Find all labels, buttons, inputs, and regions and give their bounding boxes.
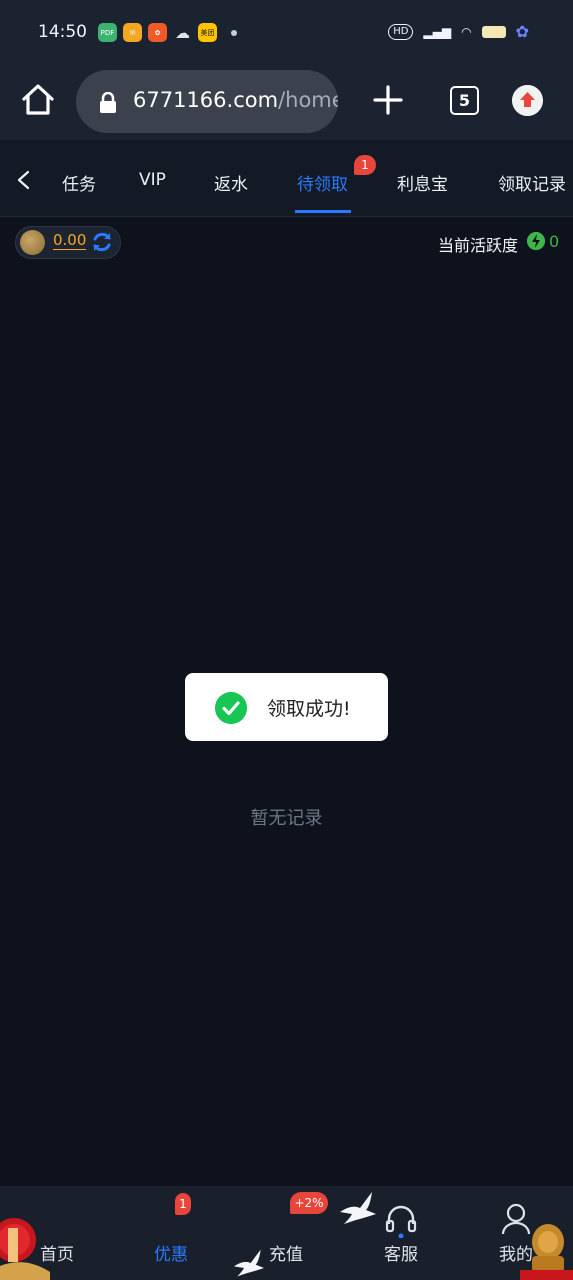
browser-toolbar: 6771166.com/home/c 5 xyxy=(0,64,573,140)
status-indicators: HD ▂▄▆ ◠ ✿ xyxy=(388,22,529,41)
home-icon[interactable] xyxy=(20,82,56,118)
dove-icon xyxy=(234,1249,264,1277)
orange-app-icon: ✿ xyxy=(148,23,167,42)
status-time: 14:50 xyxy=(38,22,87,42)
wifi-icon: ◠ xyxy=(461,24,472,39)
empty-state-text: 暂无记录 xyxy=(250,808,323,829)
status-bar: 14:50 PDF ✉ ✿ ☁ 美团 HD ▂▄▆ ◠ ✿ xyxy=(0,0,573,64)
nav-promotions[interactable]: 优惠 xyxy=(154,1240,188,1265)
signal-icon: ▂▄▆ xyxy=(423,24,452,39)
tab-vip[interactable]: VIP xyxy=(139,170,166,190)
success-toast: 领取成功! xyxy=(185,673,388,741)
tab-switcher-button[interactable]: 5 xyxy=(450,86,479,115)
festive-decoration-left xyxy=(0,1218,50,1280)
dove-icon xyxy=(340,1192,376,1224)
toast-message: 领取成功! xyxy=(267,698,351,720)
chevron-left-icon[interactable] xyxy=(14,170,34,190)
status-app-icons: PDF ✉ ✿ ☁ 美团 xyxy=(98,23,237,42)
url-path: /home/c xyxy=(278,88,338,112)
pending-count-badge: 1 xyxy=(354,155,376,175)
tab-pending-claim[interactable]: 待领取 xyxy=(297,170,348,195)
lock-icon xyxy=(100,92,116,113)
address-bar[interactable]: 6771166.com/home/c xyxy=(76,70,338,133)
wechat-icon: ☁ xyxy=(175,23,190,42)
tab-claim-history[interactable]: 领取记录 xyxy=(498,170,566,195)
coin-icon xyxy=(20,230,45,255)
headset-icon[interactable] xyxy=(384,1204,418,1238)
recharge-bonus-badge: +2% xyxy=(290,1192,328,1214)
lightning-icon xyxy=(527,232,545,250)
nav-recharge[interactable]: 充值 xyxy=(269,1240,303,1265)
lion-statue-decoration xyxy=(520,1224,573,1280)
tab-tasks[interactable]: 任务 xyxy=(62,170,96,195)
activity-label: 当前活跃度 xyxy=(437,236,518,255)
activity-value: 0 xyxy=(549,232,560,251)
nav-customer-service[interactable]: 客服 xyxy=(384,1240,418,1265)
tab-interest[interactable]: 利息宝 xyxy=(397,170,448,195)
category-tabs: 任务 VIP 返水 待领取 1 利息宝 领取记录 xyxy=(0,140,573,217)
new-tab-icon[interactable] xyxy=(372,84,404,116)
refresh-icon[interactable] xyxy=(90,230,114,254)
battery-icon xyxy=(481,25,506,38)
balance-amount[interactable]: 0.00 xyxy=(53,232,87,250)
url-domain: 6771166.com xyxy=(133,88,279,112)
url-text: 6771166.com/home/c xyxy=(133,88,338,112)
upload-icon[interactable] xyxy=(512,85,543,116)
hd-icon: HD xyxy=(388,23,414,40)
active-tab-indicator xyxy=(295,210,351,213)
tab-rebate[interactable]: 返水 xyxy=(214,170,248,195)
check-circle-icon xyxy=(215,692,247,724)
promo-badge: 1 xyxy=(175,1193,191,1215)
balance-widget: 0.00 xyxy=(15,226,121,259)
flower-icon: ✿ xyxy=(515,22,529,41)
more-notifications-icon xyxy=(231,29,237,36)
mail-app-icon: ✉ xyxy=(123,23,142,42)
meituan-icon: 美团 xyxy=(198,23,217,42)
pdf-app-icon: PDF xyxy=(98,23,117,42)
bottom-nav: 首页 1 优惠 +2% 充值 客服 我的 xyxy=(0,1186,573,1280)
